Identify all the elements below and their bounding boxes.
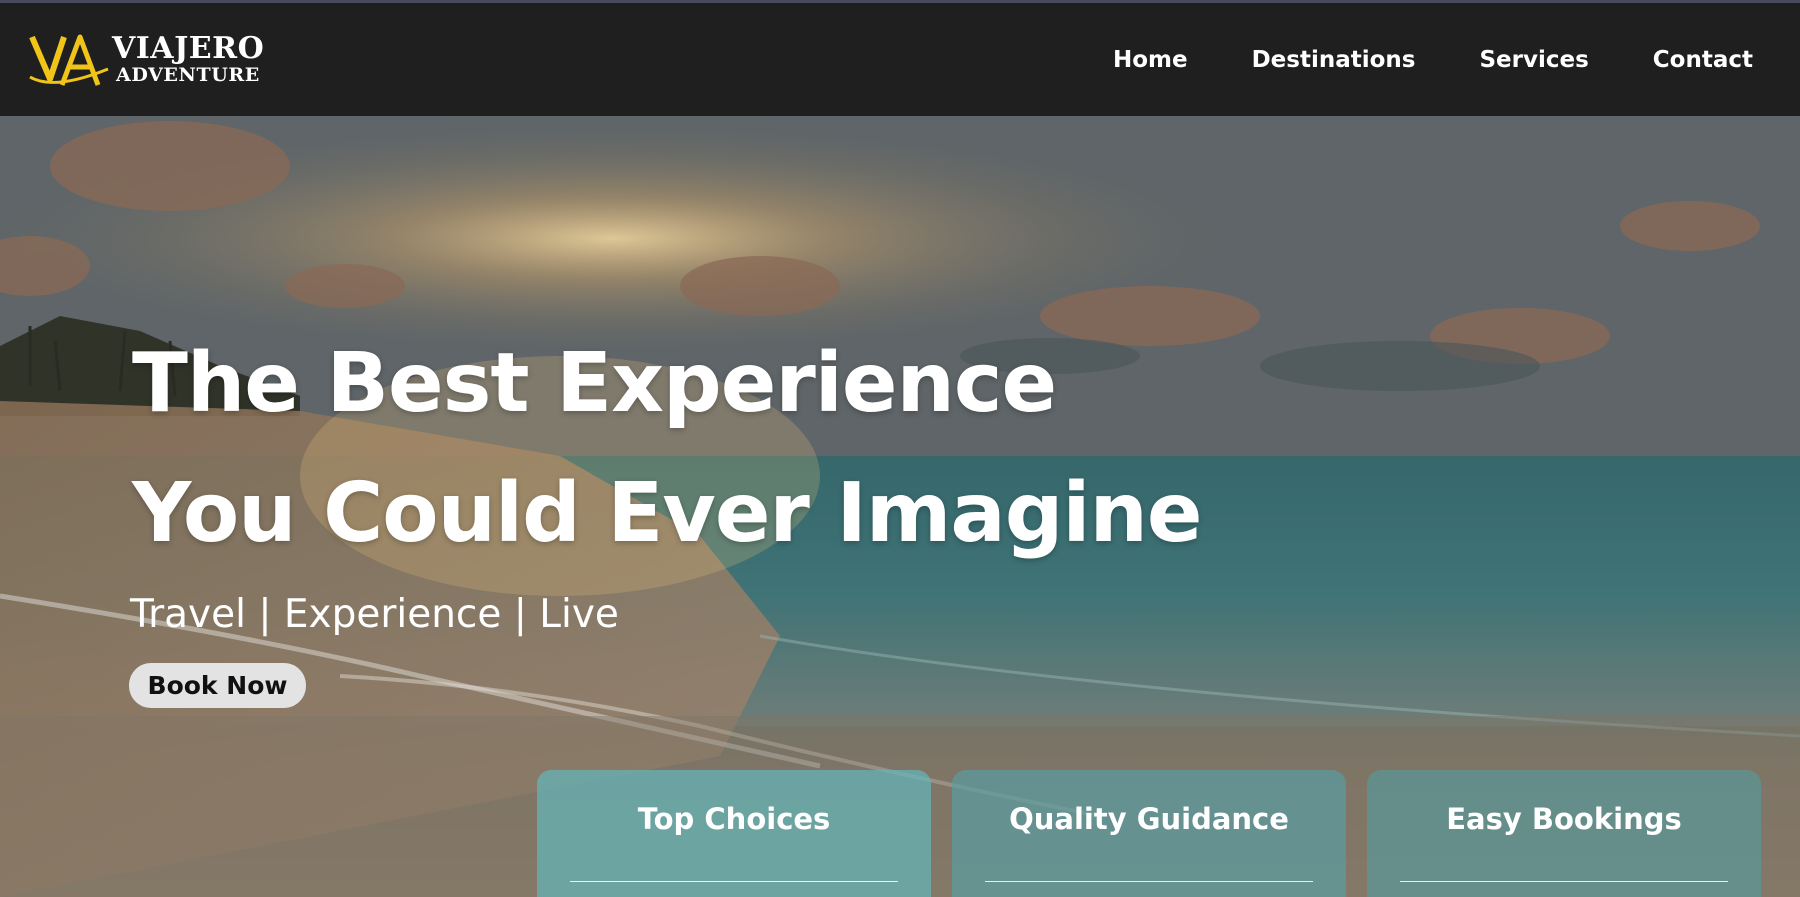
feature-card-title: Quality Guidance (1009, 802, 1289, 836)
feature-card-divider (985, 881, 1313, 882)
hero-title-line-1: The Best Experience (132, 336, 1057, 431)
nav-link-destinations[interactable]: Destinations (1252, 47, 1416, 73)
logo-va-mark-icon (28, 29, 112, 91)
feature-card-quality-guidance[interactable]: Quality Guidance (952, 770, 1346, 897)
logo-text: VIAJERO ADVENTURE (112, 34, 264, 85)
feature-card-title: Easy Bookings (1446, 802, 1682, 836)
nav-link-home[interactable]: Home (1113, 47, 1188, 73)
feature-card-divider (570, 881, 898, 882)
brand-logo[interactable]: VIAJERO ADVENTURE (28, 25, 264, 95)
hero-section: The Best Experience You Could Ever Imagi… (0, 116, 1800, 897)
hero-tagline: Travel | Experience | Live (130, 592, 619, 637)
logo-title: VIAJERO (112, 31, 265, 66)
navbar: VIAJERO ADVENTURE Home Destinations Serv… (0, 3, 1800, 116)
feature-card-divider (1400, 881, 1728, 882)
logo-subtitle: ADVENTURE (116, 64, 260, 86)
book-now-button[interactable]: Book Now (129, 663, 306, 708)
feature-card-title: Top Choices (637, 802, 831, 836)
nav-link-contact[interactable]: Contact (1653, 47, 1753, 73)
feature-card-top-choices[interactable]: Top Choices (537, 770, 931, 897)
main-nav: Home Destinations Services Contact (1113, 47, 1753, 73)
nav-link-services[interactable]: Services (1479, 47, 1588, 73)
hero-title-line-2: You Could Ever Imagine (132, 466, 1203, 561)
feature-card-easy-bookings[interactable]: Easy Bookings (1367, 770, 1761, 897)
